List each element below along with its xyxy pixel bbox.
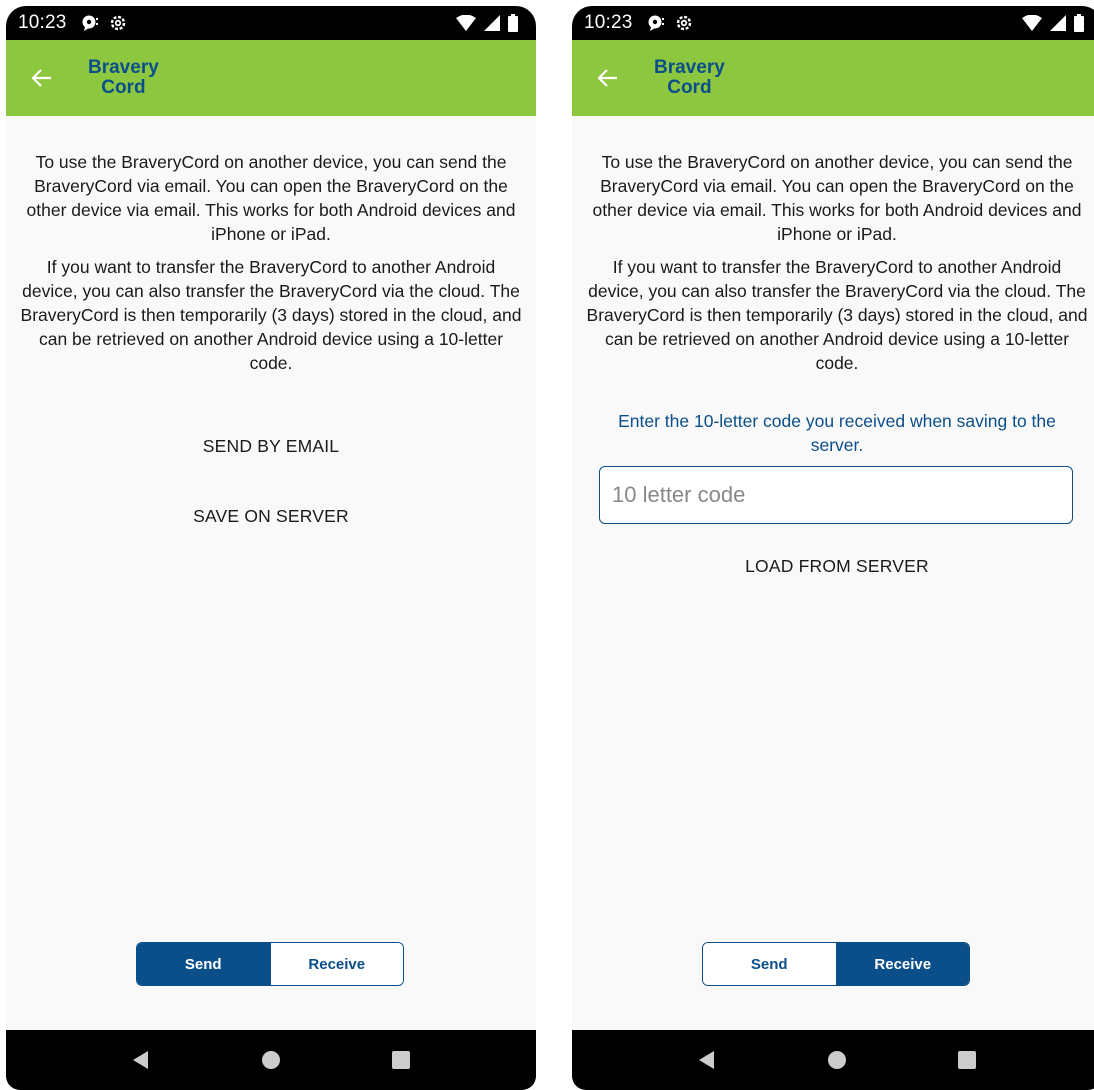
- app-logo-line1: Bravery: [654, 57, 725, 78]
- chat-notification-icon: [82, 15, 98, 31]
- wifi-icon: [1022, 15, 1042, 31]
- status-time: 10:23: [584, 12, 633, 33]
- back-triangle-icon: [699, 1051, 714, 1069]
- nav-recents-button[interactable]: [947, 1040, 987, 1080]
- tab-send[interactable]: Send: [703, 943, 836, 985]
- save-on-server-button[interactable]: SAVE ON SERVER: [6, 506, 536, 527]
- back-triangle-icon: [133, 1051, 148, 1069]
- nav-back-button[interactable]: [121, 1040, 161, 1080]
- cloud-text: If you want to transfer the BraveryCord …: [586, 257, 1088, 373]
- app-logo: Bravery Cord: [654, 58, 725, 98]
- arrow-back-icon: [31, 69, 51, 87]
- back-button[interactable]: [578, 40, 638, 116]
- code-hint-text: Enter the 10-letter code you received wh…: [618, 411, 1056, 455]
- send-receive-toggle: Send Receive: [136, 942, 404, 986]
- status-time: 10:23: [18, 12, 67, 33]
- load-from-server-button[interactable]: LOAD FROM SERVER: [572, 556, 1094, 577]
- intro-text: To use the BraveryCord on another device…: [592, 152, 1082, 244]
- system-nav-bar: [6, 1030, 536, 1090]
- app-logo-line2: Cord: [667, 77, 712, 98]
- wifi-icon: [456, 15, 476, 31]
- app-logo-line2: Cord: [101, 77, 146, 98]
- arrow-back-icon: [597, 69, 617, 87]
- status-bar: 10:23: [572, 6, 1094, 40]
- send-by-email-button[interactable]: SEND BY EMAIL: [6, 436, 536, 457]
- app-logo-line1: Bravery: [88, 57, 159, 78]
- app-bar: Bravery Cord: [572, 40, 1094, 116]
- system-nav-bar: [572, 1030, 1094, 1090]
- nav-back-button[interactable]: [687, 1040, 727, 1080]
- chat-notification-icon: [648, 15, 664, 31]
- app-bar: Bravery Cord: [6, 40, 536, 116]
- back-button[interactable]: [12, 40, 72, 116]
- app-logo: Bravery Cord: [88, 58, 159, 98]
- battery-icon: [1074, 14, 1084, 32]
- settings-icon: [676, 15, 691, 31]
- tab-receive[interactable]: Receive: [835, 943, 969, 985]
- signal-icon: [484, 15, 500, 31]
- nav-home-button[interactable]: [817, 1040, 857, 1080]
- nav-recents-button[interactable]: [381, 1040, 421, 1080]
- code-input[interactable]: [599, 466, 1073, 524]
- tab-send[interactable]: Send: [137, 943, 270, 985]
- send-receive-toggle: Send Receive: [702, 942, 970, 986]
- recents-square-icon: [392, 1051, 410, 1069]
- intro-text: To use the BraveryCord on another device…: [26, 152, 516, 244]
- send-screen: 10:23 Bravery Cord To use the BraveryCor…: [6, 6, 536, 1090]
- home-circle-icon: [262, 1051, 280, 1069]
- recents-square-icon: [958, 1051, 976, 1069]
- receive-screen: 10:23 Bravery Cord To use the BraveryCor…: [572, 6, 1094, 1090]
- battery-icon: [508, 14, 518, 32]
- status-bar: 10:23: [6, 6, 536, 40]
- cloud-text: If you want to transfer the BraveryCord …: [20, 257, 522, 373]
- tab-receive[interactable]: Receive: [269, 943, 403, 985]
- home-circle-icon: [828, 1051, 846, 1069]
- nav-home-button[interactable]: [251, 1040, 291, 1080]
- settings-icon: [110, 15, 125, 31]
- signal-icon: [1050, 15, 1066, 31]
